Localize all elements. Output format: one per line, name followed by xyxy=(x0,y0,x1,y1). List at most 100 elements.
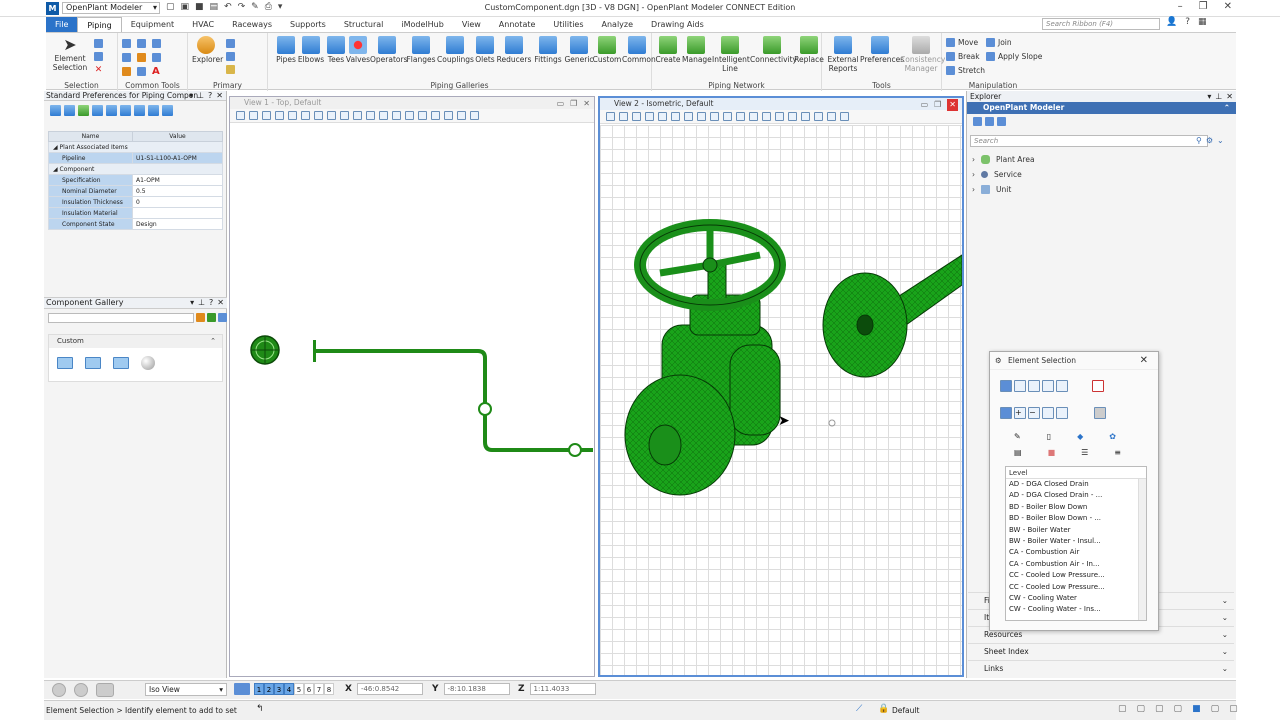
view-tool-icon[interactable] xyxy=(327,111,336,120)
custom-button[interactable]: Custom xyxy=(592,36,622,64)
tool-icon[interactable] xyxy=(226,65,235,74)
pin-icon[interactable]: ✎ xyxy=(251,2,259,12)
minimize-icon[interactable]: ▭ xyxy=(557,98,565,110)
circle-select-icon[interactable] xyxy=(1042,380,1054,392)
view-tool-icon[interactable] xyxy=(762,112,771,121)
view-button-3[interactable]: 3 xyxy=(274,683,284,695)
view-tool-icon[interactable] xyxy=(366,111,375,120)
tab-view[interactable]: View xyxy=(453,17,490,32)
element-selection-dialog[interactable]: ⚙ Element Selection ✕ + − ✎ ▯ ◆ ✿ ▤ ■ ☰ … xyxy=(989,351,1159,631)
flanges-button[interactable]: Flanges xyxy=(405,36,437,64)
level-item[interactable]: BD - Boiler Blow Down xyxy=(1006,502,1146,513)
custom-valve-icon[interactable] xyxy=(57,357,73,369)
search-icon[interactable]: ⚲ xyxy=(1196,136,1202,145)
gate-valve-3d-model[interactable] xyxy=(624,219,786,496)
tool-icon[interactable] xyxy=(122,53,131,62)
z-value-field[interactable]: 1:11.4033 xyxy=(529,683,596,695)
pipes-button[interactable]: Pipes xyxy=(272,36,300,64)
level-item[interactable]: BW - Boiler Water - Insul... xyxy=(1006,536,1146,547)
view-tool-icon[interactable] xyxy=(749,112,758,121)
tool-icon[interactable] xyxy=(137,67,146,76)
common-button[interactable]: Common xyxy=(622,36,656,64)
tab-file[interactable]: File xyxy=(46,17,78,32)
tab-utilities[interactable]: Utilities xyxy=(544,17,592,32)
tool-icon[interactable] xyxy=(122,67,131,76)
tree-item-plant-area[interactable]: › Plant Area xyxy=(972,152,1232,167)
external-reports-button[interactable]: External Reports xyxy=(826,36,860,73)
view-tool-icon[interactable] xyxy=(788,112,797,121)
level-item[interactable]: BD - Boiler Blow Down - ... xyxy=(1006,513,1146,524)
view-tool-icon[interactable] xyxy=(431,111,440,120)
tab-analyze[interactable]: Analyze xyxy=(593,17,643,32)
active-level[interactable]: Default xyxy=(892,706,919,715)
tool-icon[interactable] xyxy=(137,53,146,62)
zoom-out-icon[interactable] xyxy=(301,111,310,120)
tab-supports[interactable]: Supports xyxy=(281,17,335,32)
filter-icon[interactable] xyxy=(196,313,205,322)
expand-icon[interactable]: › xyxy=(972,155,975,164)
valve-symbol[interactable] xyxy=(568,443,582,457)
back-icon[interactable] xyxy=(52,683,66,697)
explorer-tool-icon[interactable] xyxy=(997,117,1006,126)
save-all-icon[interactable]: ▤ xyxy=(210,2,219,12)
block-select-icon[interactable] xyxy=(1014,380,1026,392)
pin-icon[interactable]: ⊥ xyxy=(198,298,205,307)
apply-slope-button[interactable]: Apply Slope xyxy=(986,52,1042,61)
status-tray-icon[interactable]: ▢ xyxy=(1118,704,1127,714)
view-tool-icon[interactable] xyxy=(827,112,836,121)
view-tool-icon[interactable] xyxy=(275,111,284,120)
view-tool-icon[interactable] xyxy=(710,112,719,121)
level-item[interactable]: CW - Cooling Water - Ins... xyxy=(1006,604,1146,615)
view-tool-icon[interactable] xyxy=(262,111,271,120)
tab-hvac[interactable]: HVAC xyxy=(183,17,223,32)
dialog-title-bar[interactable]: ⚙ Element Selection ✕ xyxy=(990,352,1158,370)
elbows-button[interactable]: Elbows xyxy=(297,36,325,64)
tab-equipment[interactable]: Equipment xyxy=(122,17,183,32)
view-cube-icon[interactable] xyxy=(96,683,114,697)
toolbar-icon[interactable] xyxy=(148,104,159,116)
level-item[interactable]: CA - Combustion Air - In... xyxy=(1006,559,1146,570)
y-value-field[interactable]: -8:10.1838 xyxy=(443,683,510,695)
expand-icon[interactable]: › xyxy=(972,170,975,179)
element-selection-button[interactable]: ➤ Element Selection xyxy=(52,36,88,73)
close-icon[interactable]: ✕ xyxy=(1224,1,1232,12)
view-button-7[interactable]: 7 xyxy=(314,683,324,695)
view-tool-icon[interactable] xyxy=(470,111,479,120)
property-row[interactable]: Pipeline U1-S1-L100-A1-OPM xyxy=(48,152,223,164)
view-tool-icon[interactable] xyxy=(684,112,693,121)
accordion-links[interactable]: Links ⌄ xyxy=(968,660,1234,676)
intelligent-line-button[interactable]: Intelligent Line xyxy=(712,36,750,73)
expand-icon[interactable]: › xyxy=(972,185,975,194)
sphere-icon[interactable] xyxy=(141,356,155,370)
couplings-button[interactable]: Couplings xyxy=(437,36,474,64)
view-tool-icon[interactable] xyxy=(249,111,258,120)
flanged-pipe-3d-model[interactable] xyxy=(822,254,962,378)
gallery-search-input[interactable] xyxy=(48,313,194,323)
restore-icon[interactable]: ❐ xyxy=(570,98,577,110)
explorer-tool-icon[interactable] xyxy=(973,117,982,126)
toolbar-icon[interactable] xyxy=(134,104,145,116)
top-view-canvas[interactable] xyxy=(230,124,594,676)
property-row[interactable]: Component State Design xyxy=(48,218,223,230)
property-row[interactable]: Specification A1-OPM xyxy=(48,174,223,186)
level-item[interactable]: AD - DGA Closed Drain xyxy=(1006,479,1146,490)
app-logo-icon[interactable]: M xyxy=(46,2,59,15)
close-icon[interactable]: ✕ xyxy=(583,98,590,110)
status-tray-icon[interactable]: ▢ xyxy=(1137,704,1146,714)
new-file-icon[interactable]: ▢ xyxy=(166,2,175,12)
view-groups-icon[interactable] xyxy=(234,683,250,695)
style-filter-icon[interactable]: ◆ xyxy=(1077,432,1083,441)
valves-button[interactable]: Valves xyxy=(344,36,372,64)
property-value[interactable]: Design xyxy=(132,218,223,230)
pipe-end-flange[interactable] xyxy=(313,340,316,362)
x-value-field[interactable]: -46:0.8542 xyxy=(356,683,423,695)
undo-icon[interactable]: ↶ xyxy=(224,2,232,12)
valve-top-symbol[interactable] xyxy=(250,335,280,365)
preferences-button[interactable]: Preferences xyxy=(860,36,904,64)
property-value[interactable]: 0 xyxy=(132,196,223,208)
tree-item-unit[interactable]: › Unit xyxy=(972,182,1232,197)
view-tool-icon[interactable] xyxy=(314,111,323,120)
level-list[interactable]: Level AD - DGA Closed Drain AD - DGA Clo… xyxy=(1005,466,1147,621)
tab-imodelhub[interactable]: iModelHub xyxy=(392,17,452,32)
zoom-in-icon[interactable] xyxy=(658,112,667,121)
